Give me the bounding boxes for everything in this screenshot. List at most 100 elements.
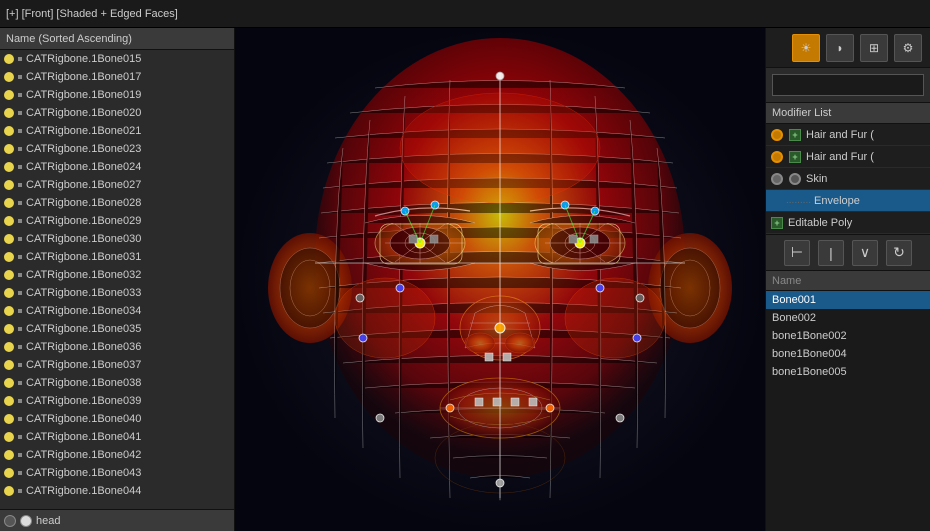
bone-list[interactable]: Bone001 Bone002 bone1Bone002 bone1Bone004 bo… bbox=[766, 291, 930, 531]
vp-hook-btn[interactable]: ∨ bbox=[852, 240, 878, 266]
vp-rotate-btn[interactable]: ↻ bbox=[886, 240, 912, 266]
bulb-icon bbox=[4, 72, 14, 82]
dot-icon bbox=[18, 309, 22, 313]
bulb-icon bbox=[4, 90, 14, 100]
list-item[interactable]: CATRigbone.1Bone040 bbox=[0, 410, 234, 428]
list-item[interactable]: CATRigbone.1Bone030 bbox=[0, 230, 234, 248]
list-item-label: CATRigbone.1Bone019 bbox=[26, 89, 141, 101]
bulb-icon bbox=[4, 270, 14, 280]
list-item[interactable]: CATRigbone.1Bone037 bbox=[0, 356, 234, 374]
vp-pin-btn[interactable]: ⊢ bbox=[784, 240, 810, 266]
mod-plus-icon: + bbox=[770, 216, 784, 230]
list-item[interactable]: CATRigbone.1Bone020 bbox=[0, 104, 234, 122]
dot-icon bbox=[18, 381, 22, 385]
status-label: head bbox=[36, 515, 60, 527]
list-item-label: CATRigbone.1Bone033 bbox=[26, 287, 141, 299]
list-item[interactable]: CATRigbone.1Bone027 bbox=[0, 176, 234, 194]
bulb-icon bbox=[4, 54, 14, 64]
dot-icon bbox=[18, 453, 22, 457]
bulb-icon bbox=[4, 414, 14, 424]
list-item[interactable]: CATRigbone.1Bone015 bbox=[0, 50, 234, 68]
list-item[interactable]: CATRigbone.1Bone044 bbox=[0, 482, 234, 500]
mod-label-envelope: Envelope bbox=[814, 195, 860, 207]
list-item-label: CATRigbone.1Bone037 bbox=[26, 359, 141, 371]
list-item-label: CATRigbone.1Bone036 bbox=[26, 341, 141, 353]
vp-cursor-btn[interactable]: | bbox=[818, 240, 844, 266]
list-item-label: CATRigbone.1Bone020 bbox=[26, 107, 141, 119]
modifier-list-label[interactable]: Modifier List bbox=[766, 103, 930, 124]
dot-icon bbox=[18, 327, 22, 331]
list-item-label: CATRigbone.1Bone024 bbox=[26, 161, 141, 173]
bone-list-header-label: Name bbox=[772, 275, 801, 287]
list-item[interactable]: CATRigbone.1Bone029 bbox=[0, 212, 234, 230]
modifier-item-hair_fur_2[interactable]: +Hair and Fur ( bbox=[766, 146, 930, 168]
list-item[interactable]: CATRigbone.1Bone036 bbox=[0, 338, 234, 356]
mod-plus-icon: + bbox=[788, 150, 802, 164]
dot-icon bbox=[18, 255, 22, 259]
face-3d-canvas bbox=[235, 28, 765, 531]
bulb-icon bbox=[4, 468, 14, 478]
modifier-item-hair_fur_1[interactable]: + Hair and Fur ( bbox=[766, 124, 930, 146]
list-item-label: CATRigbone.1Bone043 bbox=[26, 467, 141, 479]
list-item-label: CATRigbone.1Bone028 bbox=[26, 197, 141, 209]
list-item-label: CATRigbone.1Bone039 bbox=[26, 395, 141, 407]
status-circle-active bbox=[20, 515, 32, 527]
bulb-icon bbox=[4, 378, 14, 388]
list-item[interactable]: CATRigbone.1Bone028 bbox=[0, 194, 234, 212]
toolbar-gear-icon[interactable]: ⚙ bbox=[894, 34, 922, 62]
bone-item-bone1bone002[interactable]: bone1Bone002 bbox=[766, 327, 930, 345]
bone-item-bone1bone005[interactable]: bone1Bone005 bbox=[766, 363, 930, 381]
list-item[interactable]: CATRigbone.1Bone032 bbox=[0, 266, 234, 284]
scene-list-container[interactable]: CATRigbone.1Bone015 CATRigbone.1Bone017 CA… bbox=[0, 50, 234, 509]
bulb-icon bbox=[4, 180, 14, 190]
dot-icon bbox=[18, 399, 22, 403]
bone-item-bone1bone004[interactable]: bone1Bone004 bbox=[766, 345, 930, 363]
dot-icon bbox=[18, 201, 22, 205]
bone-item-bone001[interactable]: Bone001 bbox=[766, 291, 930, 309]
modifier-item-editable_poly[interactable]: +Editable Poly bbox=[766, 212, 930, 234]
dot-icon bbox=[18, 75, 22, 79]
dot-icon bbox=[18, 345, 22, 349]
right-panel: ☀ ◗ ⊞ ⚙ head Modifier List + Hair and Fur… bbox=[765, 28, 930, 531]
mod-plus-icon: + bbox=[788, 128, 802, 142]
list-item[interactable]: CATRigbone.1Bone043 bbox=[0, 464, 234, 482]
modifier-list-text: Modifier List bbox=[772, 107, 831, 119]
toolbar-sun-icon[interactable]: ☀ bbox=[792, 34, 820, 62]
mod-label-hair_fur_1: Hair and Fur ( bbox=[806, 129, 874, 141]
modifier-list: +Hair and Fur (+Hair and Fur (Skin......… bbox=[766, 124, 930, 235]
list-item[interactable]: CATRigbone.1Bone035 bbox=[0, 320, 234, 338]
bone-label-bone001: Bone001 bbox=[772, 294, 816, 306]
list-item[interactable]: CATRigbone.1Bone017 bbox=[0, 68, 234, 86]
bone-label-bone1bone002: bone1Bone002 bbox=[772, 330, 847, 342]
dot-icon bbox=[18, 57, 22, 61]
list-item[interactable]: CATRigbone.1Bone033 bbox=[0, 284, 234, 302]
modifier-item-envelope[interactable]: .........Envelope bbox=[766, 190, 930, 212]
list-item[interactable]: CATRigbone.1Bone034 bbox=[0, 302, 234, 320]
list-item-label: CATRigbone.1Bone035 bbox=[26, 323, 141, 335]
list-item[interactable]: CATRigbone.1Bone031 bbox=[0, 248, 234, 266]
viewport-3d[interactable] bbox=[235, 28, 765, 531]
list-item[interactable]: CATRigbone.1Bone039 bbox=[0, 392, 234, 410]
dot-icon bbox=[18, 435, 22, 439]
bone-label-bone1bone005: bone1Bone005 bbox=[772, 366, 847, 378]
bone-item-bone002[interactable]: Bone002 bbox=[766, 309, 930, 327]
list-item[interactable]: CATRigbone.1Bone042 bbox=[0, 446, 234, 464]
list-item-label: CATRigbone.1Bone017 bbox=[26, 71, 141, 83]
toolbar-arc-icon[interactable]: ◗ bbox=[826, 34, 854, 62]
list-item[interactable]: CATRigbone.1Bone041 bbox=[0, 428, 234, 446]
bulb-icon bbox=[4, 216, 14, 226]
list-item[interactable]: CATRigbone.1Bone024 bbox=[0, 158, 234, 176]
list-item-label: CATRigbone.1Bone027 bbox=[26, 179, 141, 191]
list-item[interactable]: CATRigbone.1Bone038 bbox=[0, 374, 234, 392]
list-item[interactable]: CATRigbone.1Bone019 bbox=[0, 86, 234, 104]
object-name-input[interactable]: head bbox=[772, 74, 924, 96]
list-item-label: CATRigbone.1Bone041 bbox=[26, 431, 141, 443]
modifier-item-skin[interactable]: Skin bbox=[766, 168, 930, 190]
toolbar-grid-icon[interactable]: ⊞ bbox=[860, 34, 888, 62]
list-item[interactable]: CATRigbone.1Bone023 bbox=[0, 140, 234, 158]
dot-icon bbox=[18, 489, 22, 493]
list-item[interactable]: CATRigbone.1Bone021 bbox=[0, 122, 234, 140]
dot-icon bbox=[18, 147, 22, 151]
bulb-icon bbox=[4, 144, 14, 154]
object-name-section: head bbox=[766, 68, 930, 103]
